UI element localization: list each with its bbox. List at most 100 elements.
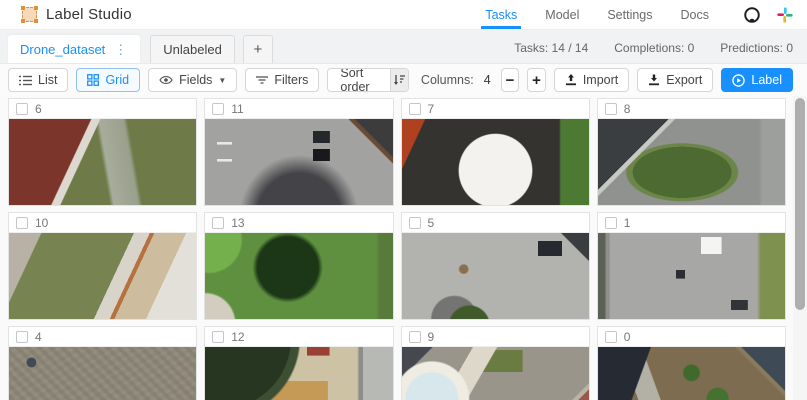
tab-unlabeled[interactable]: Unlabeled — [150, 35, 235, 63]
stats-completions: Completions: 0 — [614, 41, 695, 55]
play-circle-icon — [732, 73, 746, 87]
task-card[interactable]: 6 — [8, 98, 198, 206]
task-image[interactable] — [205, 233, 393, 319]
fields-label: Fields — [179, 73, 213, 87]
scrollbar[interactable] — [793, 96, 807, 400]
stats-predictions: Predictions: 0 — [720, 41, 793, 55]
import-icon — [565, 74, 577, 86]
nav-item-model[interactable]: Model — [545, 0, 579, 29]
task-checkbox[interactable] — [408, 102, 421, 115]
nav-item-settings[interactable]: Settings — [607, 0, 652, 29]
add-tab-button[interactable]: + — [242, 35, 273, 63]
label-button-label: Label — [751, 73, 782, 87]
task-checkbox[interactable] — [408, 216, 421, 229]
columns-label: Columns: — [420, 73, 474, 87]
label-studio-logo-icon — [21, 6, 38, 23]
task-stats: Tasks: 14 / 14 Completions: 0 Prediction… — [514, 41, 793, 63]
task-card[interactable]: 10 — [8, 212, 198, 320]
task-card[interactable]: 1 — [596, 212, 786, 320]
grid-view-label: Grid — [105, 73, 130, 87]
task-id: 1 — [623, 215, 631, 230]
export-icon — [648, 74, 660, 86]
stats-tasks: Tasks: 14 / 14 — [514, 41, 589, 55]
tab-label: Unlabeled — [163, 42, 222, 57]
columns-increase-button[interactable]: + — [527, 68, 546, 92]
task-checkbox[interactable] — [604, 330, 617, 343]
list-view-label: List — [38, 73, 58, 87]
top-nav: Tasks Model Settings Docs — [481, 0, 793, 29]
task-grid: 6 11 7 8 10 13 5 1 4 12 9 0 — [0, 96, 807, 400]
sort-direction-icon[interactable] — [390, 69, 408, 91]
nav-item-docs[interactable]: Docs — [681, 0, 709, 29]
sort-order-button[interactable]: Sort order — [327, 68, 409, 92]
task-card[interactable]: 7 — [400, 98, 590, 206]
filters-label: Filters — [274, 73, 309, 87]
task-card[interactable]: 0 — [596, 326, 786, 400]
nav-item-tasks[interactable]: Tasks — [481, 0, 522, 29]
task-id: 4 — [35, 329, 42, 344]
task-card[interactable]: 11 — [204, 98, 394, 206]
filters-button[interactable]: Filters — [245, 68, 320, 92]
task-id: 9 — [427, 329, 435, 344]
filter-icon — [256, 75, 269, 85]
import-label: Import — [582, 73, 619, 87]
list-icon — [19, 75, 32, 86]
task-image[interactable] — [597, 233, 785, 319]
task-card[interactable]: 9 — [400, 326, 590, 400]
task-id: 10 — [35, 215, 49, 230]
columns-decrease-button[interactable]: − — [500, 68, 520, 92]
export-button[interactable]: Export — [637, 68, 714, 92]
task-card[interactable]: 5 — [400, 212, 590, 320]
task-id: 5 — [427, 215, 435, 230]
task-card[interactable]: 12 — [204, 326, 394, 400]
task-id: 12 — [231, 329, 245, 344]
task-image[interactable] — [597, 347, 785, 400]
task-id: 11 — [231, 101, 244, 116]
tab-label: Drone_dataset — [20, 41, 106, 57]
slack-icon[interactable] — [777, 6, 793, 23]
task-checkbox[interactable] — [604, 216, 617, 229]
eye-icon — [159, 75, 173, 85]
task-card[interactable]: 8 — [596, 98, 786, 206]
task-checkbox[interactable] — [212, 216, 225, 229]
task-image[interactable] — [401, 233, 589, 319]
grid-icon — [87, 74, 100, 86]
tab-drone-dataset[interactable]: Drone_dataset ⋮ — [8, 35, 141, 63]
fields-button[interactable]: Fields ▼ — [148, 68, 238, 92]
task-card[interactable]: 13 — [204, 212, 394, 320]
task-checkbox[interactable] — [16, 216, 28, 229]
scrollbar-thumb[interactable] — [795, 98, 805, 310]
task-id: 0 — [623, 329, 631, 344]
task-checkbox[interactable] — [16, 102, 28, 115]
task-id: 6 — [35, 101, 42, 116]
task-card[interactable]: 4 — [8, 326, 198, 400]
import-button[interactable]: Import — [553, 68, 630, 92]
task-image[interactable] — [597, 119, 785, 205]
list-view-button[interactable]: List — [8, 68, 69, 92]
tab-menu-kebab-icon[interactable]: ⋮ — [113, 43, 128, 56]
columns-value: 4 — [483, 73, 491, 87]
task-checkbox[interactable] — [16, 330, 28, 343]
tab-bar: Drone_dataset ⋮ Unlabeled + Tasks: 14 / … — [0, 30, 807, 64]
task-checkbox[interactable] — [408, 330, 421, 343]
task-image[interactable] — [9, 233, 197, 319]
app-title: Label Studio — [46, 6, 132, 23]
task-id: 7 — [427, 101, 435, 116]
toolbar: List Grid Fields ▼ Filters Sort order Co… — [0, 64, 807, 96]
export-label: Export — [666, 73, 703, 87]
github-icon[interactable] — [743, 6, 761, 24]
sort-order-label: Sort order — [328, 69, 390, 91]
app-header: Label Studio Tasks Model Settings Docs — [0, 0, 807, 30]
task-id: 8 — [623, 101, 631, 116]
task-image[interactable] — [9, 119, 197, 205]
label-button[interactable]: Label — [721, 68, 793, 92]
task-image[interactable] — [401, 119, 589, 205]
task-checkbox[interactable] — [212, 330, 225, 343]
task-image[interactable] — [205, 119, 393, 205]
task-checkbox[interactable] — [604, 102, 617, 115]
task-image[interactable] — [9, 347, 197, 400]
task-image[interactable] — [205, 347, 393, 400]
task-checkbox[interactable] — [212, 102, 225, 115]
task-image[interactable] — [401, 347, 589, 400]
grid-view-button[interactable]: Grid — [76, 68, 141, 92]
